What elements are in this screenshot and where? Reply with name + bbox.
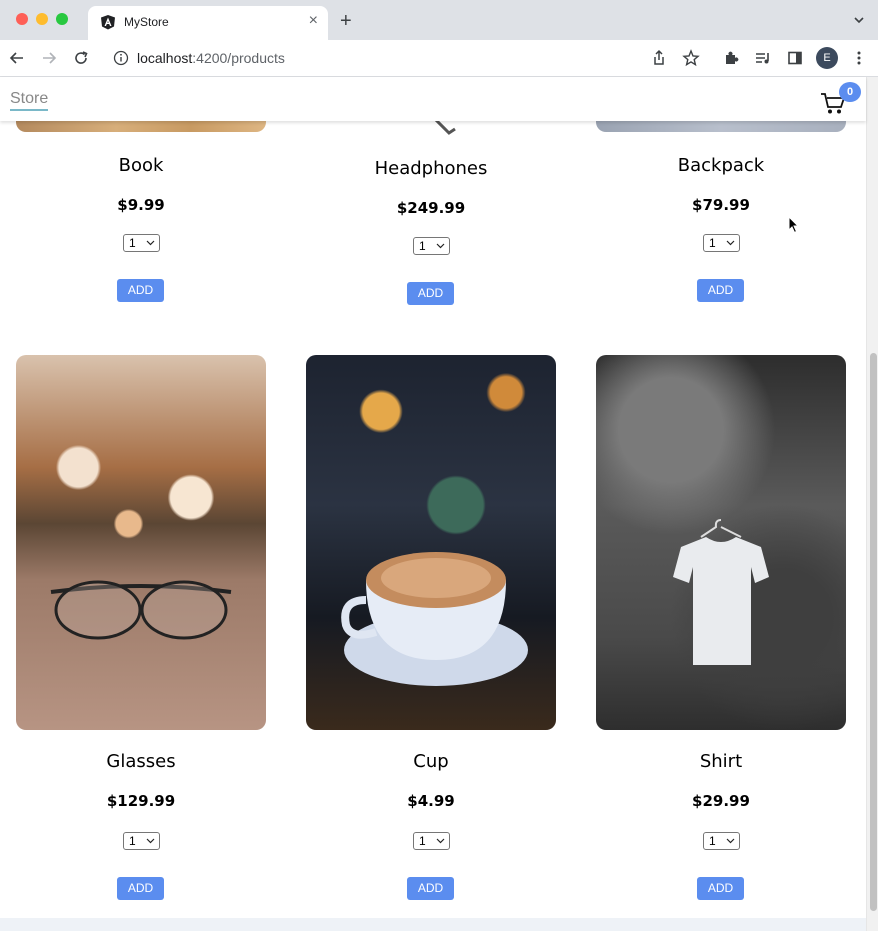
app-header: Store (0, 77, 866, 121)
add-to-cart-button[interactable]: ADD (407, 282, 454, 305)
share-icon[interactable] (650, 49, 668, 67)
mouse-cursor-icon (788, 216, 800, 234)
quantity-select[interactable]: 1 (413, 832, 450, 850)
minimize-window-button[interactable] (36, 13, 48, 25)
add-to-cart-button[interactable]: ADD (697, 279, 744, 302)
product-name[interactable]: Shirt (596, 751, 846, 772)
product-image-shirt[interactable] (596, 355, 846, 730)
back-arrow-icon[interactable] (8, 49, 26, 67)
cart-count-badge: 0 (839, 82, 861, 102)
chevron-down-icon (436, 243, 445, 249)
chevron-down-icon (146, 240, 155, 246)
product-image-book[interactable] (16, 121, 266, 132)
tab-title: MyStore (124, 15, 169, 29)
profile-avatar[interactable]: E (816, 47, 838, 69)
product-list: Book $9.99 1 ADD Headphones $249.99 1 AD… (0, 121, 866, 931)
product-price: $29.99 (692, 792, 750, 810)
close-window-button[interactable] (16, 13, 28, 25)
glasses-image-art (50, 580, 232, 640)
add-to-cart-button[interactable]: ADD (117, 279, 164, 302)
quantity-select[interactable]: 1 (703, 234, 740, 252)
product-name[interactable]: Book (16, 155, 266, 176)
product-price: $249.99 (396, 199, 466, 217)
quantity-value: 1 (709, 834, 716, 848)
side-panel-icon[interactable] (786, 49, 804, 67)
quantity-value: 1 (419, 239, 426, 253)
product-image-cup[interactable] (306, 355, 556, 730)
quantity-select[interactable]: 1 (123, 234, 160, 252)
product-image-headphones[interactable] (431, 121, 461, 137)
chevron-down-icon[interactable] (852, 13, 866, 27)
page-footer-strip (0, 918, 866, 931)
product-price: $4.99 (407, 792, 455, 810)
chevron-down-icon (146, 838, 155, 844)
tab-close-icon[interactable]: × (309, 12, 318, 30)
address-bar[interactable]: localhost:4200/products (137, 50, 285, 66)
product-name[interactable]: Cup (306, 751, 556, 772)
chevron-down-icon (436, 838, 445, 844)
chevron-down-icon (726, 240, 735, 246)
product-name[interactable]: Backpack (596, 155, 846, 176)
quantity-value: 1 (419, 834, 426, 848)
quantity-value: 1 (129, 236, 136, 250)
media-controls-icon[interactable] (754, 49, 772, 67)
quantity-select[interactable]: 1 (123, 832, 160, 850)
angular-icon (101, 15, 115, 30)
bookmark-star-icon[interactable] (682, 49, 700, 67)
browser-tab-bar: MyStore × + (0, 0, 878, 40)
shirt-image-art (673, 519, 769, 665)
forward-arrow-icon[interactable] (40, 49, 58, 67)
reload-icon[interactable] (72, 49, 90, 67)
quantity-value: 1 (129, 834, 136, 848)
info-icon[interactable] (113, 50, 129, 66)
browser-tab[interactable]: MyStore × (88, 6, 328, 40)
product-name[interactable]: Glasses (16, 751, 266, 772)
new-tab-button[interactable]: + (340, 10, 352, 32)
product-price: $9.99 (117, 196, 165, 214)
product-image-backpack[interactable] (596, 121, 846, 132)
add-to-cart-button[interactable]: ADD (407, 877, 454, 900)
vertical-scrollbar[interactable] (866, 77, 878, 931)
store-link[interactable]: Store (10, 90, 49, 111)
scrollbar-thumb[interactable] (870, 353, 877, 911)
add-to-cart-button[interactable]: ADD (117, 877, 164, 900)
product-image-glasses[interactable] (16, 355, 266, 730)
product-price: $79.99 (692, 196, 750, 214)
add-to-cart-button[interactable]: ADD (697, 877, 744, 900)
url-host: localhost (137, 50, 193, 66)
url-path: :4200/products (192, 50, 285, 66)
product-price: $129.99 (106, 792, 176, 810)
more-menu-icon[interactable] (850, 49, 868, 67)
quantity-select[interactable]: 1 (703, 832, 740, 850)
maximize-window-button[interactable] (56, 13, 68, 25)
extensions-icon[interactable] (722, 49, 740, 67)
browser-toolbar (0, 40, 878, 77)
quantity-select[interactable]: 1 (413, 237, 450, 255)
chevron-down-icon (726, 838, 735, 844)
quantity-value: 1 (709, 236, 716, 250)
product-name[interactable]: Headphones (306, 158, 556, 179)
cup-image-art (341, 552, 528, 686)
